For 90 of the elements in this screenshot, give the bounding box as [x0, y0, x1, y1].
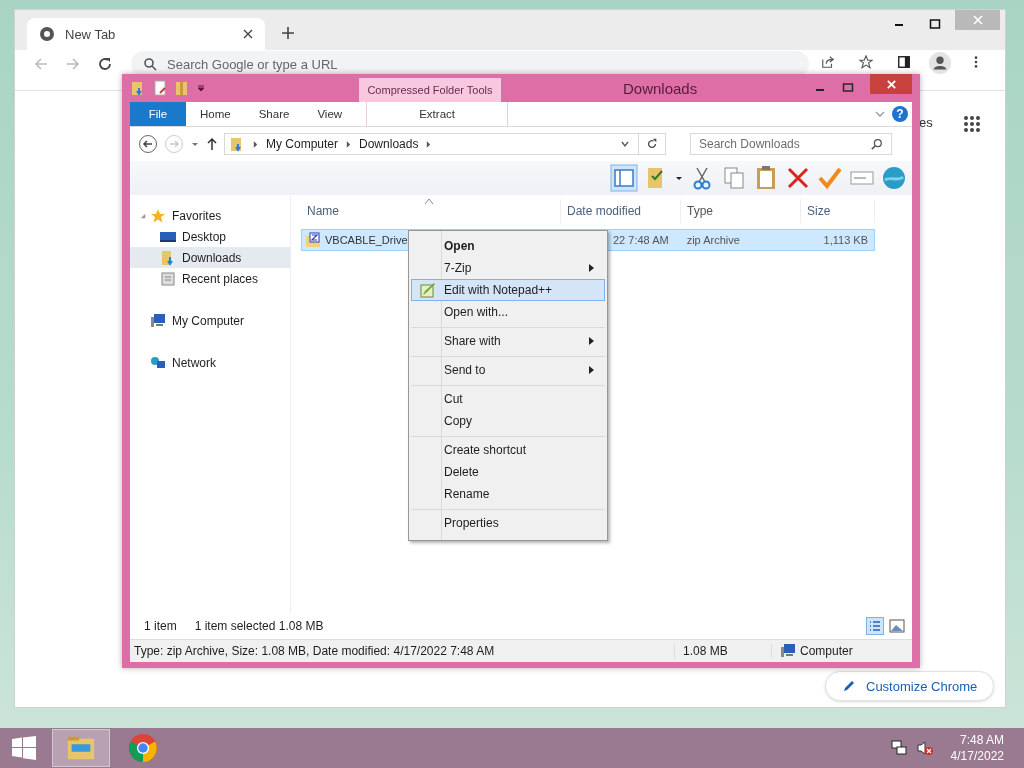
menu-item[interactable]: Delete [411, 461, 605, 483]
muted-speaker-icon[interactable] [916, 740, 933, 756]
nav-item[interactable]: Downloads [130, 247, 290, 268]
ribbon-tab[interactable]: View [303, 102, 357, 126]
chevron-right-icon[interactable] [253, 140, 258, 148]
clock-date[interactable]: 4/17/2022 [950, 748, 1004, 764]
table-cell-text: zip Archive [685, 233, 741, 248]
ribbon-tab[interactable]: Share [244, 102, 304, 126]
nav-item[interactable]: Recent places [130, 268, 290, 289]
back-icon[interactable] [138, 134, 158, 154]
nav-item[interactable]: My Computer [130, 310, 290, 331]
sort-caret-icon [425, 199, 433, 204]
window-title: Downloads [623, 80, 698, 97]
location-text: Computer [800, 644, 853, 658]
column-header[interactable]: Name [301, 199, 561, 223]
menu-item[interactable]: Cut [411, 388, 605, 410]
menu-item[interactable]: Properties [411, 512, 605, 534]
customize-chrome-button[interactable]: Customize Chrome [825, 671, 995, 701]
side-panel-icon[interactable] [897, 55, 911, 69]
folder-icon [160, 249, 176, 266]
search-icon [143, 57, 157, 71]
details-view-icon[interactable] [866, 617, 884, 635]
breadcrumb-item[interactable]: My Computer [266, 137, 339, 151]
file-name: VBCABLE_Drive [325, 234, 408, 246]
expand-triangle-icon[interactable] [140, 212, 146, 219]
pencil-icon [842, 679, 856, 693]
selection-info: 1 item selected 1.08 MB [194, 619, 324, 633]
column-header[interactable]: Type [681, 199, 801, 223]
large-icons-view-icon[interactable] [888, 617, 906, 635]
star-icon [150, 207, 166, 224]
chrome-logo-icon [128, 733, 158, 763]
preview-pane-icon[interactable] [610, 164, 638, 192]
menu-item[interactable]: Edit with Notepad++ [411, 279, 605, 301]
close-icon [971, 14, 984, 26]
menu-item[interactable]: Open [411, 235, 605, 257]
maximize-icon[interactable] [929, 18, 941, 30]
table-cell-text: 22 7:48 AM [612, 233, 670, 248]
up-arrow-icon[interactable] [206, 137, 218, 151]
apps-grid-icon[interactable] [963, 115, 981, 133]
new-tab-icon[interactable] [281, 26, 295, 40]
computer-icon [150, 312, 166, 329]
windows-logo-icon [12, 736, 36, 760]
address-bar[interactable]: My Computer Downloads [224, 133, 666, 155]
ribbon-tab[interactable]: Home [186, 102, 245, 126]
size-text: 1.08 MB [675, 644, 772, 658]
nav-item[interactable]: Network [130, 352, 290, 373]
globe-icon[interactable] [880, 164, 908, 192]
search-icon [871, 138, 883, 150]
menu-item[interactable]: Create shortcut [411, 439, 605, 461]
column-header[interactable]: Size [801, 199, 875, 223]
ribbon-tab[interactable]: File [130, 102, 186, 126]
ribbon-tab[interactable]: Extract [366, 102, 509, 126]
chevron-down-icon[interactable] [620, 139, 630, 149]
details-text: Type: zip Archive, Size: 1.08 MB, Date modified: 4/17/2022 7:48 AM [130, 644, 675, 658]
chevron-right-icon[interactable] [426, 140, 432, 148]
close-button[interactable] [870, 74, 912, 94]
contextual-tab-group: Compressed Folder Tools [359, 78, 501, 102]
close-icon[interactable] [243, 29, 253, 39]
column-header[interactable]: Date modified [561, 199, 681, 223]
share-icon[interactable] [821, 55, 835, 69]
menu-item[interactable]: Rename [411, 483, 605, 505]
document-icon[interactable] [152, 80, 168, 96]
breadcrumb-item[interactable]: Downloads [359, 137, 419, 151]
search-field[interactable]: Search Downloads [690, 133, 892, 155]
nav-item[interactable]: Desktop [130, 226, 290, 247]
menu-item[interactable]: Send to [411, 359, 605, 381]
menu-item[interactable]: Open with... [411, 301, 605, 323]
document-icon [160, 270, 176, 287]
table-cell-text: 1,113 KB [822, 233, 869, 248]
profile-avatar-icon[interactable] [929, 52, 951, 74]
menu-item[interactable]: Copy [411, 410, 605, 432]
computer-icon [780, 643, 796, 659]
close-icon [885, 78, 897, 90]
refresh-icon[interactable] [646, 138, 658, 150]
browser-tab[interactable]: New Tab [27, 18, 265, 50]
chevron-right-icon[interactable] [346, 140, 352, 148]
reload-icon[interactable] [97, 56, 113, 72]
network-icon[interactable] [890, 740, 907, 756]
item-count: 1 item [144, 619, 177, 633]
zip-file-icon [305, 232, 321, 248]
star-icon[interactable] [859, 55, 873, 69]
address-field[interactable]: Search Google or type a URL [131, 51, 809, 77]
link-text[interactable]: es [919, 115, 933, 130]
network-icon [150, 354, 166, 371]
clock-time[interactable]: 7:48 AM [959, 732, 1004, 748]
chrome-logo-icon [39, 26, 55, 42]
help-button[interactable]: ? [892, 106, 908, 122]
nav-item[interactable]: Favorites [130, 205, 290, 226]
menu-item[interactable]: Share with [411, 330, 605, 352]
menu-item[interactable]: 7-Zip [411, 257, 605, 279]
